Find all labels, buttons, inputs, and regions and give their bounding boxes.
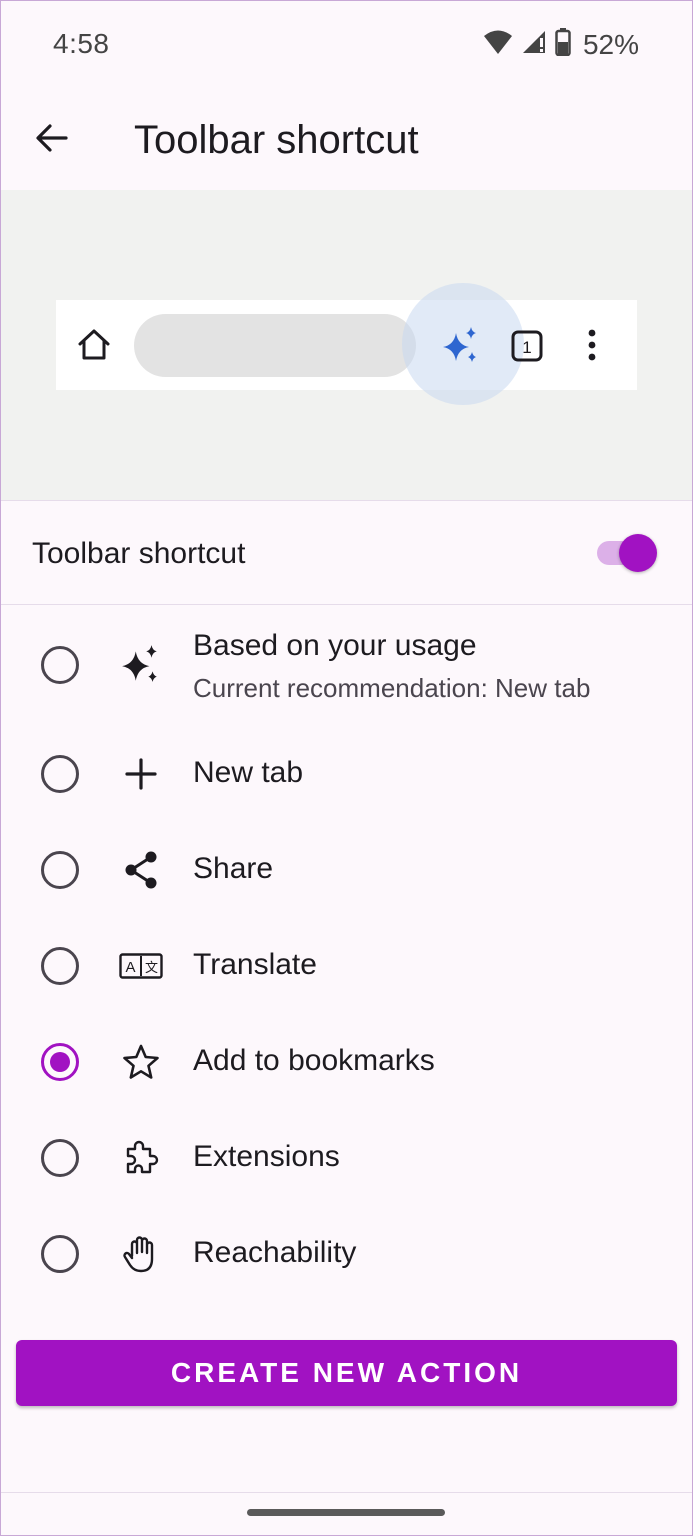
radio-extensions[interactable] <box>41 1139 79 1177</box>
toolbar-preview: 1 <box>0 190 693 500</box>
option-label: Based on your usage <box>193 629 477 662</box>
toolbar-mock: 1 <box>56 283 637 405</box>
option-translate[interactable]: A 文 Translate <box>0 918 693 1014</box>
switch-thumb <box>619 534 657 572</box>
omnibox-placeholder <box>134 314 416 377</box>
toolbar-shortcut-toggle-row[interactable]: Toolbar shortcut <box>0 500 693 605</box>
app-bar: Toolbar shortcut <box>0 90 693 190</box>
option-sublabel: Current recommendation: New tab <box>193 673 591 703</box>
arrow-back-icon <box>35 123 69 158</box>
home-icon <box>76 327 112 363</box>
option-extensions[interactable]: Extensions <box>0 1110 693 1206</box>
plus-icon <box>118 751 164 797</box>
radio-new-tab[interactable] <box>41 755 79 793</box>
star-icon <box>118 1039 164 1085</box>
option-label: Reachability <box>193 1236 357 1269</box>
back-button[interactable] <box>22 110 82 170</box>
create-new-action-button[interactable]: CREATE NEW ACTION <box>16 1340 677 1406</box>
option-share[interactable]: Share <box>0 822 693 918</box>
radio-reachability[interactable] <box>41 1235 79 1273</box>
translate-icon: A 文 <box>118 943 164 989</box>
battery-percent: 52% <box>582 28 639 60</box>
sparkle-icon <box>441 325 481 365</box>
share-icon <box>118 847 164 893</box>
more-vert-icon <box>584 328 600 362</box>
tab-count: 1 <box>522 338 531 357</box>
hand-icon <box>118 1231 164 1277</box>
puzzle-icon <box>118 1135 164 1181</box>
option-reachability[interactable]: Reachability <box>0 1206 693 1302</box>
gesture-nav-handle[interactable] <box>247 1509 445 1516</box>
create-new-action-label: CREATE NEW ACTION <box>170 1357 523 1388</box>
radio-add-to-bookmarks[interactable] <box>41 1043 79 1081</box>
radio-translate[interactable] <box>41 947 79 985</box>
status-time: 4:58 <box>53 28 110 59</box>
battery-icon <box>555 28 571 61</box>
option-new-tab[interactable]: New tab <box>0 726 693 822</box>
nav-divider <box>0 1492 693 1493</box>
toggle-label: Toolbar shortcut <box>32 537 246 570</box>
sparkle-icon <box>118 641 164 687</box>
wifi-icon <box>483 29 513 60</box>
status-icons: 52% <box>483 28 639 61</box>
option-label: Add to bookmarks <box>193 1044 435 1077</box>
option-label: Translate <box>193 948 317 981</box>
option-label: New tab <box>193 756 304 789</box>
page-title: Toolbar shortcut <box>134 118 419 162</box>
tab-switcher-icon: 1 <box>511 330 543 362</box>
radio-based-on-usage[interactable] <box>41 646 79 684</box>
option-label: Extensions <box>193 1140 340 1173</box>
status-bar: 4:58 52% <box>0 0 693 90</box>
svg-text:A: A <box>125 959 135 976</box>
option-add-to-bookmarks[interactable]: Add to bookmarks <box>0 1014 693 1110</box>
option-label: Share <box>193 852 274 885</box>
radio-share[interactable] <box>41 851 79 889</box>
option-based-on-usage[interactable]: Based on your usage Current recommendati… <box>0 615 693 735</box>
svg-text:文: 文 <box>145 961 158 976</box>
cell-signal-icon <box>521 29 547 60</box>
toolbar-shortcut-switch[interactable] <box>597 532 659 574</box>
